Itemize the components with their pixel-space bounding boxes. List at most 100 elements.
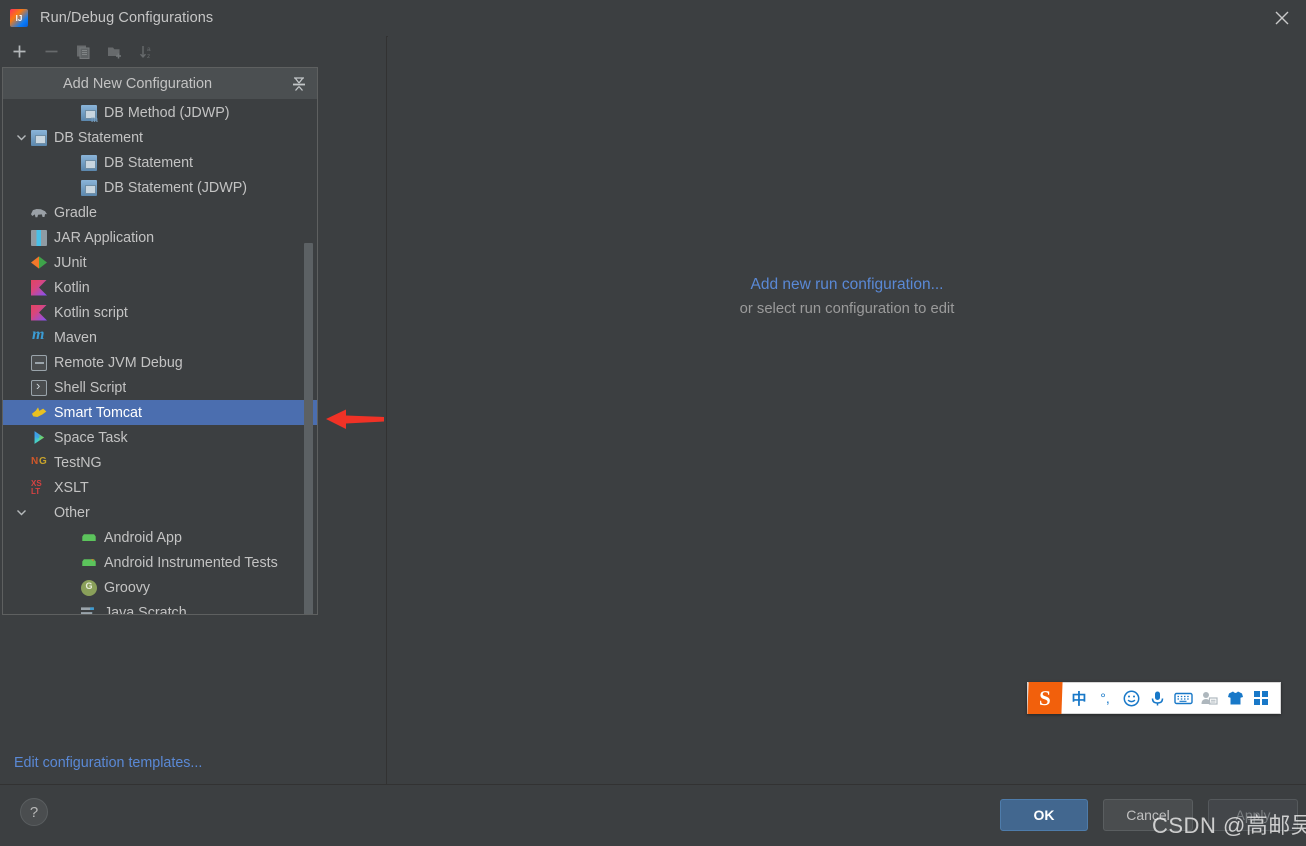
new-folder-icon bbox=[107, 44, 123, 60]
ok-button[interactable]: OK bbox=[1000, 799, 1088, 831]
edit-configuration-templates-link[interactable]: Edit configuration templates... bbox=[14, 755, 202, 771]
list-item[interactable]: Gradle bbox=[3, 200, 317, 225]
run-debug-configurations-dialog: Run/Debug Configurations bbox=[0, 0, 1306, 846]
intellij-idea-icon bbox=[10, 9, 28, 27]
list-item[interactable]: Java Scratch bbox=[3, 600, 317, 614]
list-scrollbar-thumb[interactable] bbox=[304, 243, 313, 615]
java-scratch-icon bbox=[81, 605, 97, 615]
list-item[interactable]: DB Method (JDWP) bbox=[3, 100, 317, 125]
kotlin-icon bbox=[31, 305, 47, 321]
list-item-label: DB Statement bbox=[54, 130, 143, 146]
close-icon[interactable] bbox=[1258, 0, 1306, 35]
list-item[interactable]: XSLT bbox=[3, 475, 317, 500]
kotlin-icon bbox=[31, 280, 47, 296]
popup-title: Add New Configuration bbox=[63, 76, 212, 92]
ime-punctuation-toggle[interactable]: °, bbox=[1092, 682, 1118, 714]
list-item[interactable]: Smart Tomcat bbox=[3, 400, 317, 425]
list-item-label: Gradle bbox=[54, 205, 97, 221]
testng-icon bbox=[31, 455, 47, 471]
maven-icon bbox=[31, 330, 47, 346]
ime-language-toggle[interactable]: 中 bbox=[1066, 682, 1092, 714]
sort-configurations-button[interactable]: a z bbox=[134, 40, 160, 64]
add-new-run-configuration-link[interactable]: Add new run configuration... bbox=[750, 276, 943, 294]
jar-icon bbox=[31, 230, 47, 246]
ime-soft-keyboard-button[interactable] bbox=[1170, 682, 1196, 714]
tomcat-icon bbox=[31, 405, 47, 421]
list-item[interactable]: Kotlin bbox=[3, 275, 317, 300]
space-icon bbox=[31, 430, 47, 446]
groovy-icon bbox=[81, 580, 97, 596]
list-item[interactable]: Remote JVM Debug bbox=[3, 350, 317, 375]
list-item[interactable]: Android Instrumented Tests bbox=[3, 550, 317, 575]
sogou-logo-icon[interactable]: S bbox=[1027, 682, 1062, 714]
list-item-label: TestNG bbox=[54, 455, 102, 471]
configuration-type-list[interactable]: DB Method (JDWP) DB Statement DB Statement… bbox=[3, 100, 317, 614]
list-item-label: Kotlin bbox=[54, 280, 90, 296]
list-item[interactable]: TestNG bbox=[3, 450, 317, 475]
list-item[interactable]: Maven bbox=[3, 325, 317, 350]
list-item-label: JUnit bbox=[54, 255, 87, 271]
popup-header: Add New Configuration bbox=[3, 68, 317, 100]
db-statement-icon bbox=[31, 130, 47, 146]
list-item-label: XSLT bbox=[54, 480, 89, 496]
list-item[interactable]: DB Statement bbox=[3, 125, 317, 150]
list-item-label: Remote JVM Debug bbox=[54, 355, 183, 371]
remote-debug-icon bbox=[31, 355, 47, 371]
list-item[interactable]: DB Statement (JDWP) bbox=[3, 175, 317, 200]
configurations-left-panel: Add New Configuration DB Method (JDWP)DB… bbox=[0, 67, 387, 785]
list-item[interactable]: JAR Application bbox=[3, 225, 317, 250]
copy-configuration-button[interactable] bbox=[70, 40, 96, 64]
svg-text:a: a bbox=[147, 46, 151, 53]
remove-configuration-button[interactable] bbox=[38, 40, 64, 64]
cancel-button[interactable]: Cancel bbox=[1103, 799, 1193, 831]
list-item-label: DB Method (JDWP) bbox=[104, 105, 230, 121]
list-item[interactable]: Shell Script bbox=[3, 375, 317, 400]
sogou-ime-toolbar: S 中 °, bbox=[1027, 682, 1281, 714]
list-item[interactable]: DB Statement bbox=[3, 150, 317, 175]
list-item-label: Maven bbox=[54, 330, 97, 346]
ime-user-center-button[interactable] bbox=[1196, 682, 1222, 714]
shell-script-icon bbox=[31, 380, 47, 396]
add-configuration-button[interactable] bbox=[6, 40, 32, 64]
svg-text:z: z bbox=[147, 53, 150, 60]
db-statement-icon bbox=[81, 180, 97, 196]
title-bar: Run/Debug Configurations bbox=[0, 0, 1306, 37]
copy-icon bbox=[75, 44, 91, 60]
list-item-label: Android App bbox=[104, 530, 182, 546]
new-folder-button[interactable] bbox=[102, 40, 128, 64]
list-item[interactable]: Android App bbox=[3, 525, 317, 550]
list-item-label: Kotlin script bbox=[54, 305, 128, 321]
ime-toolbox-button[interactable] bbox=[1248, 682, 1274, 714]
minus-icon bbox=[44, 44, 59, 59]
list-item-label: Space Task bbox=[54, 430, 128, 446]
ime-skin-button[interactable] bbox=[1222, 682, 1248, 714]
list-item-label: DB Statement (JDWP) bbox=[104, 180, 247, 196]
list-item-label: Shell Script bbox=[54, 380, 126, 396]
junit-icon bbox=[31, 255, 47, 271]
chevron-down-icon[interactable] bbox=[13, 505, 29, 521]
apply-button[interactable]: Apply bbox=[1208, 799, 1298, 831]
list-item-label: Android Instrumented Tests bbox=[104, 555, 278, 571]
list-item[interactable]: JUnit bbox=[3, 250, 317, 275]
android-icon bbox=[81, 530, 97, 546]
list-item[interactable]: Other bbox=[3, 500, 317, 525]
list-item-label: DB Statement bbox=[104, 155, 193, 171]
list-item-label: JAR Application bbox=[54, 230, 154, 246]
help-button[interactable]: ? bbox=[20, 798, 48, 826]
configurations-toolbar: a z bbox=[0, 36, 387, 67]
list-item[interactable]: Kotlin script bbox=[3, 300, 317, 325]
list-item-label: Smart Tomcat bbox=[54, 405, 142, 421]
window-title: Run/Debug Configurations bbox=[40, 10, 213, 26]
ime-emoji-button[interactable] bbox=[1118, 682, 1144, 714]
no-icon bbox=[31, 505, 47, 521]
list-item[interactable]: Groovy bbox=[3, 575, 317, 600]
ime-voice-input-button[interactable] bbox=[1144, 682, 1170, 714]
chevron-down-icon[interactable] bbox=[13, 130, 29, 146]
dialog-bottom-bar: ? OK Cancel Apply bbox=[0, 784, 1306, 846]
list-item[interactable]: Space Task bbox=[3, 425, 317, 450]
add-new-configuration-popup: Add New Configuration DB Method (JDWP)DB… bbox=[2, 67, 318, 615]
empty-state-hint: or select run configuration to edit bbox=[388, 301, 1306, 317]
collapse-all-icon[interactable] bbox=[289, 74, 309, 94]
list-scrollbar-track[interactable] bbox=[306, 102, 315, 614]
gradle-icon bbox=[31, 205, 47, 221]
